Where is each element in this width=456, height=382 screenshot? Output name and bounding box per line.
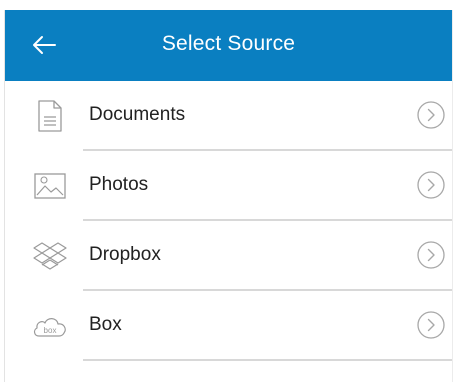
window-right-edge xyxy=(452,10,456,382)
svg-text:box: box xyxy=(44,326,57,335)
source-item-photos[interactable]: Photos xyxy=(5,151,452,221)
box-cloud-icon: box xyxy=(31,307,69,345)
page-title: Select Source xyxy=(161,32,296,55)
photo-icon xyxy=(31,167,69,205)
document-icon xyxy=(31,97,69,135)
source-item-dropbox[interactable]: Dropbox xyxy=(5,221,452,291)
source-label: Photos xyxy=(89,174,149,195)
dropbox-icon xyxy=(31,237,69,275)
chevron-right-circle-icon[interactable] xyxy=(416,100,446,130)
window-top-edge xyxy=(0,0,456,10)
app-bar: Select Source xyxy=(5,10,452,81)
chevron-right-circle-icon[interactable] xyxy=(416,170,446,200)
chevron-right-circle-icon[interactable] xyxy=(416,310,446,340)
source-list: Documents Photos Dropbox box Box xyxy=(5,81,452,361)
source-item-documents[interactable]: Documents xyxy=(5,81,452,151)
source-label: Box xyxy=(89,314,122,335)
source-item-box[interactable]: box Box xyxy=(5,291,452,361)
chevron-right-circle-icon[interactable] xyxy=(416,240,446,270)
source-label: Documents xyxy=(89,104,186,125)
row-divider xyxy=(83,359,452,361)
source-label: Dropbox xyxy=(89,244,161,265)
